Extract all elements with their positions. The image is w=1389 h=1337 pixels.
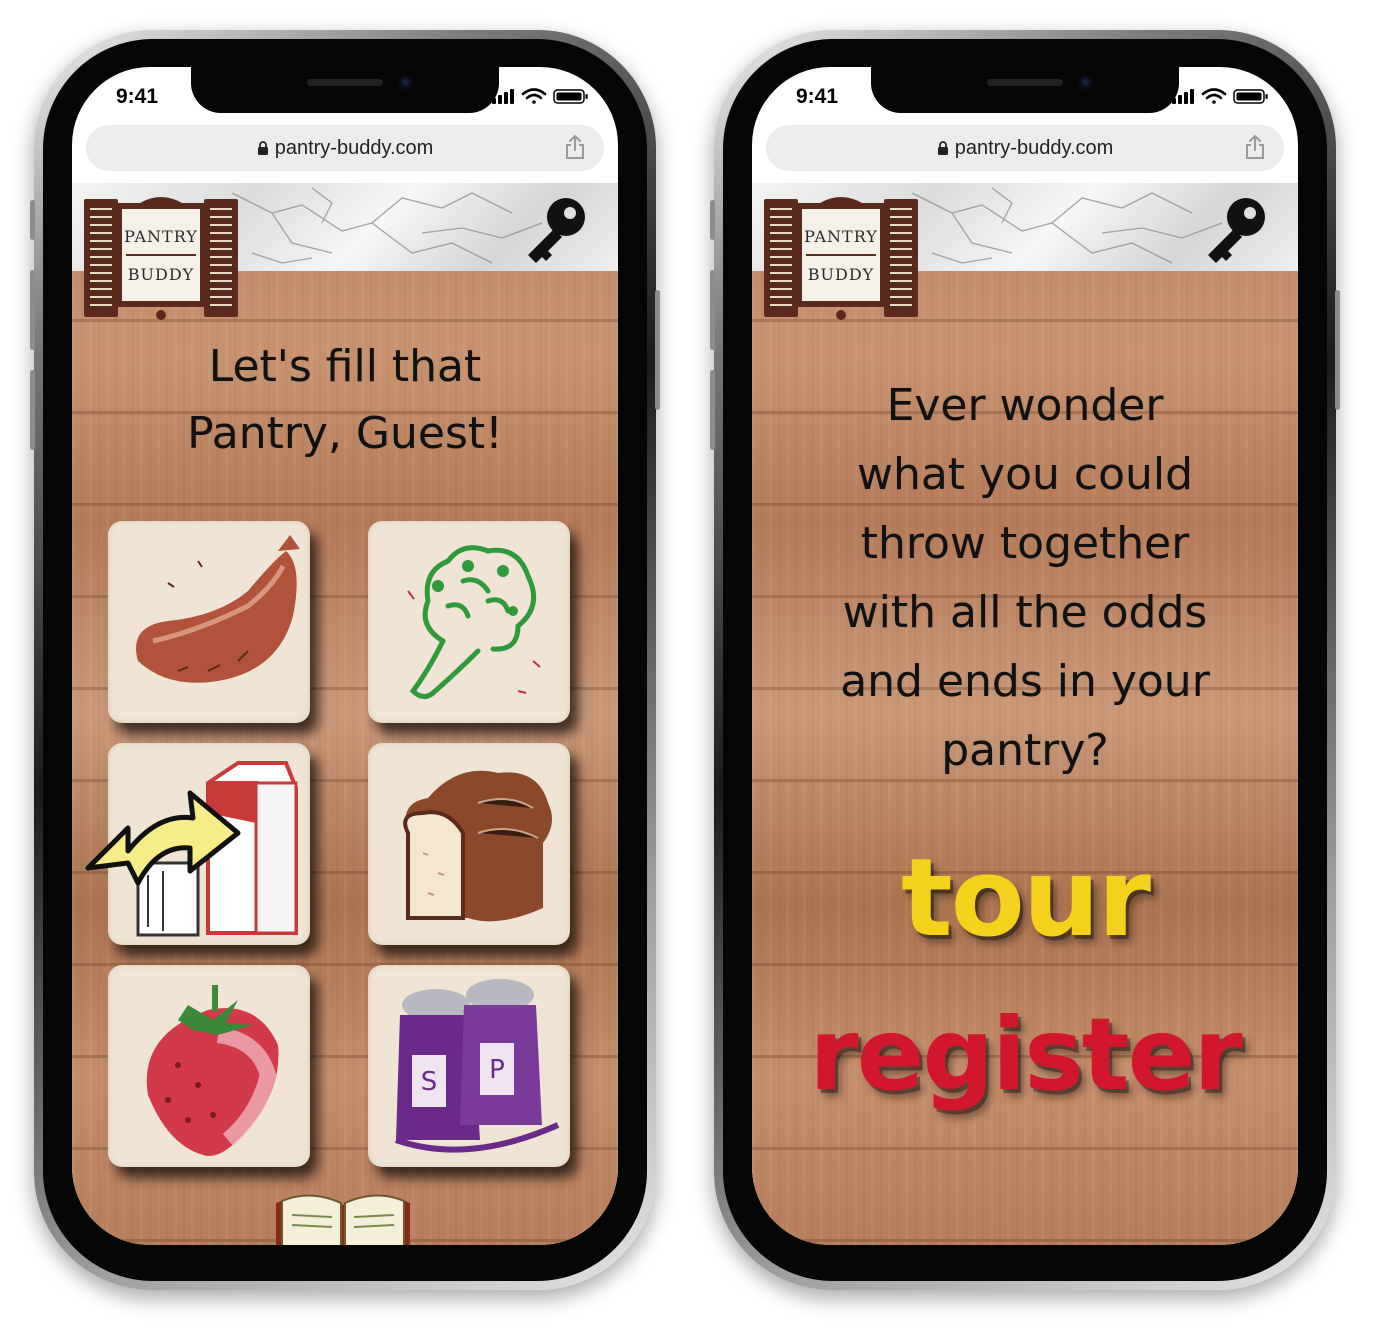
heading-line: throw together [860,518,1190,569]
intro-heading: Ever wonder what you could throw togethe… [752,371,1298,785]
address-bar[interactable]: pantry-buddy.com [86,125,604,171]
volume-up-button [30,270,35,350]
register-link[interactable]: register [752,995,1298,1115]
broccoli-icon [407,545,541,699]
url-text: pantry-buddy.com [274,137,434,159]
notch [871,67,1179,113]
battery-icon [553,89,588,104]
logo-text-pantry: PANTRY [804,227,878,246]
tour-link-label: tour [901,836,1151,961]
wifi-icon [1201,88,1227,104]
tile-vegetables[interactable] [368,521,570,723]
wifi-icon [521,88,547,104]
heading-line: what you could [856,449,1194,500]
page-content: PANTRY BUDDY Let's fill that Pantry, Gue… [72,183,618,1245]
logo-text-buddy: BUDDY [807,265,875,284]
lock-icon [937,139,949,162]
phone-frame-right: 9:41 pantry-buddy.com PANTRY BUDDY Ever … [710,30,1340,1290]
tile-spices[interactable]: S P [368,965,570,1167]
power-button [1335,290,1340,410]
tile-meat[interactable] [108,521,310,723]
share-icon[interactable] [1244,134,1266,164]
mute-switch [710,200,715,240]
tour-link[interactable]: tour [752,839,1298,959]
front-camera [399,76,412,89]
screen-right: 9:41 pantry-buddy.com PANTRY BUDDY Ever … [752,67,1298,1245]
heading-line: Let's fill that [208,341,482,392]
heading-line: and ends in your [840,656,1210,707]
power-button [655,290,660,410]
open-book-icon[interactable] [268,1183,418,1245]
logo-text-buddy: BUDDY [127,265,195,284]
battery-icon [1233,89,1268,104]
heading-line: pantry? [941,725,1109,776]
page-content: PANTRY BUDDY Ever wonder what you could … [752,183,1298,1245]
status-icons [1172,87,1272,109]
notch [191,67,499,113]
screen-left: 9:41 pantry-buddy.com PANTRY BUDDY Let's… [72,67,618,1245]
status-time: 9:41 [796,85,839,108]
mute-switch [30,200,35,240]
welcome-heading: Let's fill that Pantry, Guest! [72,333,618,467]
register-link-label: register [809,996,1242,1113]
lock-icon [257,139,269,162]
key-icon[interactable] [1202,195,1268,269]
pantry-buddy-logo[interactable]: PANTRY BUDDY [80,189,242,323]
address-bar[interactable]: pantry-buddy.com [766,125,1284,171]
pepper-letter: P [489,1055,505,1085]
tile-bread[interactable] [368,743,570,945]
speaker [987,79,1063,86]
key-icon[interactable] [522,195,588,269]
volume-down-button [30,370,35,450]
speaker [307,79,383,86]
status-icons [492,87,592,109]
front-camera [1079,76,1092,89]
status-time: 9:41 [116,85,159,108]
tile-dairy[interactable] [85,743,310,945]
phone-frame-left: 9:41 pantry-buddy.com PANTRY BUDDY Let's… [30,30,660,1290]
salt-pepper-icon: S P [395,979,560,1153]
url-text: pantry-buddy.com [954,137,1114,159]
strawberry-icon [146,985,279,1156]
heading-line: with all the odds [842,587,1208,638]
volume-down-button [710,370,715,450]
heading-line: Pantry, Guest! [187,408,503,459]
salt-letter: S [421,1067,438,1097]
share-icon[interactable] [564,134,586,164]
logo-text-pantry: PANTRY [124,227,198,246]
bread-loaf-icon [403,770,552,922]
heading-line: Ever wonder [886,380,1164,431]
tile-fruit[interactable] [108,965,310,1167]
swap-arrow-icon[interactable] [78,773,248,913]
sausage-icon [136,535,300,683]
pantry-buddy-logo[interactable]: PANTRY BUDDY [760,189,922,323]
volume-up-button [710,270,715,350]
